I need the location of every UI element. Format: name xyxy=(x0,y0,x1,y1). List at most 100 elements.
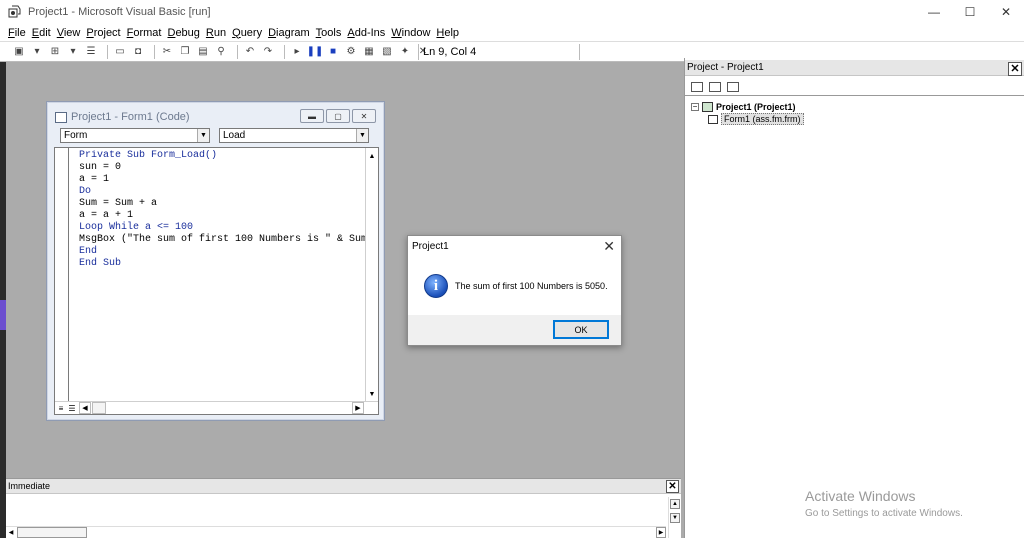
menu-debug[interactable]: Debug xyxy=(167,27,199,39)
immediate-vertical-scrollbar[interactable]: ▲ ▼ xyxy=(668,497,681,538)
scroll-down-icon[interactable]: ▼ xyxy=(670,513,680,523)
paste-icon[interactable]: ▤ xyxy=(196,45,210,59)
open-folder-icon[interactable]: ▭ xyxy=(113,45,127,59)
menu-file[interactable]: File xyxy=(8,27,26,39)
menu-project[interactable]: Project xyxy=(86,27,120,39)
undo-icon[interactable]: ↶ xyxy=(243,45,257,59)
view-code-icon[interactable] xyxy=(691,82,703,92)
code-maximize-button[interactable]: ▢ xyxy=(326,109,350,123)
project-explorer-icon[interactable]: ⚙ xyxy=(344,45,358,59)
add-project-icon[interactable]: ▣ xyxy=(12,45,26,59)
close-window-button[interactable]: ✕ xyxy=(988,0,1024,24)
project-explorer-close-icon[interactable]: ✕ xyxy=(1008,62,1022,76)
collapse-icon[interactable]: − xyxy=(691,103,699,111)
window-title: Project1 - Microsoft Visual Basic [run] xyxy=(28,6,211,18)
message-box-footer: OK xyxy=(408,315,621,345)
start-icon[interactable]: ▸ xyxy=(290,45,304,59)
code-horizontal-scrollbar[interactable]: ≡ ☰ ◀ ▶ xyxy=(55,401,378,414)
dropdown-arrow-icon[interactable]: ▾ xyxy=(30,45,44,59)
watermark-subtitle: Go to Settings to activate Windows. xyxy=(805,508,963,519)
divider xyxy=(685,95,1024,96)
object-combo[interactable]: Form ▼ xyxy=(60,128,210,143)
vb-app-icon xyxy=(8,5,22,19)
find-icon[interactable]: ⚲ xyxy=(214,45,228,59)
code-line[interactable]: sun = 0 xyxy=(79,162,365,174)
menu-format[interactable]: Format xyxy=(127,27,162,39)
object-combo-value: Form xyxy=(64,130,88,141)
info-icon: i xyxy=(424,274,448,298)
scroll-right-icon[interactable]: ▶ xyxy=(656,527,666,538)
code-close-button[interactable]: ✕ xyxy=(352,109,376,123)
code-line[interactable]: a = 1 xyxy=(79,174,365,186)
chevron-down-icon[interactable]: ▼ xyxy=(197,129,209,142)
code-line[interactable]: a = a + 1 xyxy=(79,210,365,222)
menu-query[interactable]: Query xyxy=(232,27,262,39)
scroll-thumb[interactable] xyxy=(92,402,106,414)
scroll-right-icon[interactable]: ▶ xyxy=(352,402,364,414)
toolbar-separator xyxy=(154,44,155,59)
menu-tools[interactable]: Tools xyxy=(316,27,342,39)
code-line[interactable]: MsgBox ("The sum of first 100 Numbers is… xyxy=(79,234,365,246)
immediate-horizontal-scrollbar[interactable]: ◀ ▶ xyxy=(6,526,666,538)
scroll-down-icon[interactable]: ▼ xyxy=(366,388,378,400)
immediate-close-icon[interactable]: ✕ xyxy=(666,480,679,493)
menu-editor-icon[interactable]: ☰ xyxy=(84,45,98,59)
menu-add-ins[interactable]: Add-Ins xyxy=(347,27,385,39)
redo-icon[interactable]: ↷ xyxy=(261,45,275,59)
form-icon xyxy=(708,114,718,124)
activation-watermark: Activate Windows Go to Settings to activ… xyxy=(805,488,963,519)
save-icon[interactable]: ◘ xyxy=(131,45,145,59)
code-window-titlebar[interactable]: Project1 - Form1 (Code) xyxy=(55,110,190,124)
code-line[interactable]: End Sub xyxy=(79,258,365,270)
toggle-folders-icon[interactable] xyxy=(727,82,739,92)
margin-indicator-bar[interactable] xyxy=(55,148,69,402)
code-vertical-scrollbar[interactable]: ▲ ▼ xyxy=(365,148,378,402)
chevron-down-icon[interactable]: ▼ xyxy=(356,129,368,142)
code-line[interactable]: End xyxy=(79,246,365,258)
code-line[interactable]: Do xyxy=(79,186,365,198)
scroll-left-icon[interactable]: ◀ xyxy=(6,527,16,538)
menu-bar: File Edit View Project Format Debug Run … xyxy=(0,24,1024,41)
cut-icon[interactable]: ✂ xyxy=(160,45,174,59)
code-minimize-button[interactable]: ▬ xyxy=(300,109,324,123)
procedure-view-icon[interactable]: ≡ xyxy=(56,402,66,414)
code-line[interactable]: Loop While a <= 100 xyxy=(79,222,365,234)
immediate-window[interactable]: Immediate ✕ ▲ ▼ ◀ ▶ xyxy=(6,478,681,538)
properties-window-icon[interactable]: ▦ xyxy=(362,45,376,59)
tree-item-form[interactable]: Form1 (ass.fm.frm) xyxy=(708,113,804,125)
menu-view[interactable]: View xyxy=(57,27,81,39)
code-editor[interactable]: Private Sub Form_Load() sun = 0a = 1 Do Sum… xyxy=(54,147,379,415)
scroll-thumb[interactable] xyxy=(17,527,87,538)
code-text[interactable]: Private Sub Form_Load() sun = 0a = 1 Do Sum… xyxy=(79,150,365,270)
dropdown-arrow-icon[interactable]: ▾ xyxy=(66,45,80,59)
tree-item-label: Form1 (ass.fm.frm) xyxy=(721,113,804,125)
message-box-title: Project1 xyxy=(412,241,449,252)
message-box-close-icon[interactable]: ✕ xyxy=(603,238,615,255)
scroll-up-icon[interactable]: ▲ xyxy=(670,499,680,509)
message-box: Project1 ✕ i The sum of first 100 Number… xyxy=(407,235,622,346)
minimize-button[interactable]: — xyxy=(916,0,952,24)
form-layout-icon[interactable]: ▧ xyxy=(380,45,394,59)
break-icon[interactable]: ❚❚ xyxy=(307,45,324,59)
end-icon[interactable]: ■ xyxy=(326,45,340,59)
object-browser-icon[interactable]: ✦ xyxy=(398,45,412,59)
menu-diagram[interactable]: Diagram xyxy=(268,27,310,39)
menu-window[interactable]: Window xyxy=(391,27,430,39)
code-line[interactable]: Sum = Sum + a xyxy=(79,198,365,210)
code-line[interactable]: Private Sub Form_Load() xyxy=(79,150,365,162)
copy-icon[interactable]: ❐ xyxy=(178,45,192,59)
menu-run[interactable]: Run xyxy=(206,27,226,39)
menu-help[interactable]: Help xyxy=(436,27,459,39)
maximize-button[interactable]: ☐ xyxy=(952,0,988,24)
add-form-icon[interactable]: ⊞ xyxy=(48,45,62,59)
scroll-left-icon[interactable]: ◀ xyxy=(79,402,91,414)
code-window[interactable]: Project1 - Form1 (Code) ▬ ▢ ✕ Form ▼ Loa… xyxy=(46,101,385,421)
procedure-combo[interactable]: Load ▼ xyxy=(219,128,369,143)
menu-edit[interactable]: Edit xyxy=(32,27,51,39)
ok-button[interactable]: OK xyxy=(553,320,609,339)
scroll-up-icon[interactable]: ▲ xyxy=(366,150,378,162)
procedure-combo-value: Load xyxy=(223,130,246,141)
view-object-icon[interactable] xyxy=(709,82,721,92)
tree-item-project[interactable]: − Project1 (Project1) xyxy=(691,101,804,113)
full-module-view-icon[interactable]: ☰ xyxy=(67,402,77,414)
